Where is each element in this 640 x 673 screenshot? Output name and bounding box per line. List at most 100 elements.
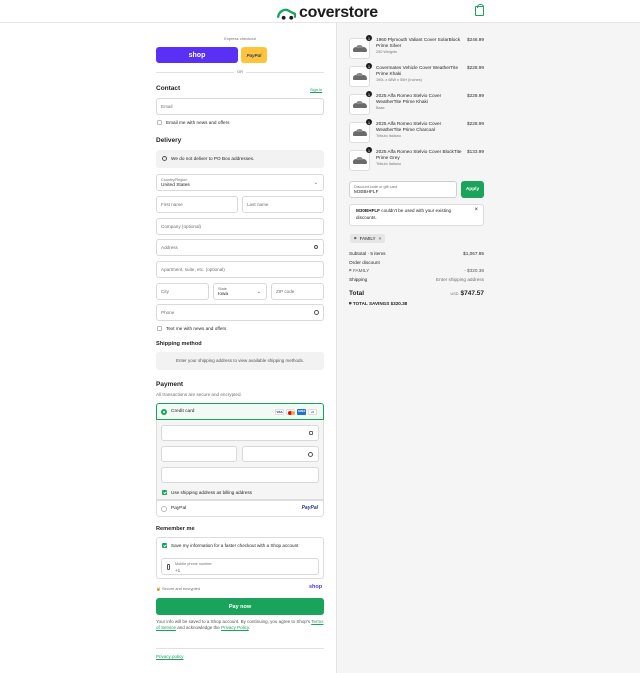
help-icon[interactable] xyxy=(308,452,313,457)
quantity-badge: 1 xyxy=(366,35,372,41)
product-variant: Tributo Italiano xyxy=(376,133,401,138)
expiration-field[interactable] xyxy=(161,446,237,462)
company-field[interactable]: Company (optional) xyxy=(156,218,324,235)
paypal-button[interactable]: PayPal xyxy=(241,47,267,63)
chevron-down-icon: ⌄ xyxy=(313,180,318,186)
product-price: $246.99 xyxy=(467,37,484,42)
product-name: 2025 Alfa Romeo Stelvio Cover BlockTite … xyxy=(376,149,462,160)
quantity-badge: 1 xyxy=(366,63,372,69)
paypal-radio[interactable] xyxy=(161,506,167,512)
name-on-card-field[interactable] xyxy=(161,467,319,483)
shopping-bag-icon[interactable] xyxy=(475,4,484,16)
product-image xyxy=(349,38,370,59)
cart-item: 1 1960 Plymouth Valiant Cover SolarBlock… xyxy=(349,35,484,62)
text-news-checkbox[interactable] xyxy=(157,326,162,331)
product-price: $133.99 xyxy=(467,149,484,154)
discount-code-field[interactable]: Discount code or gift card M30BHFLF xyxy=(349,181,457,198)
subtotal-row: Subtotal · 5 items $1,067.95 xyxy=(349,251,484,256)
savings-icon: ⌗ xyxy=(349,301,352,306)
contact-title: Contact xyxy=(156,85,181,92)
shipping-notice: Enter your shipping address to view avai… xyxy=(156,352,324,370)
error-code: M30BHFLF xyxy=(356,208,380,213)
product-price: $228.99 xyxy=(467,65,484,70)
privacy-policy-link[interactable]: Privacy policy xyxy=(156,654,184,659)
credit-card-option[interactable]: Credit card VISA AMEX +5 xyxy=(156,403,324,420)
city-field[interactable]: City xyxy=(156,283,209,300)
apply-button[interactable]: Apply xyxy=(461,181,484,198)
amex-icon: AMEX xyxy=(297,409,306,415)
zip-field[interactable]: ZIP code xyxy=(271,283,324,300)
sign-in-link[interactable]: Sign in xyxy=(310,87,322,92)
email-news-label: Email me with news and offers xyxy=(166,120,230,125)
po-box-notice: We do not deliver to PO Box addresses. xyxy=(156,150,324,168)
close-icon[interactable]: × xyxy=(474,207,478,214)
product-image xyxy=(349,94,370,115)
apartment-field[interactable]: Apartment, suite, etc. (optional) xyxy=(156,261,324,278)
or-label: OR xyxy=(234,69,246,74)
paypal-option[interactable]: PayPal PayPal xyxy=(156,500,324,517)
mobile-icon xyxy=(167,564,170,570)
discount-tag: ⌗ FAMILY × xyxy=(350,234,386,243)
save-info-label: Save my information for a faster checkou… xyxy=(171,543,299,548)
paypal-logo: PayPal xyxy=(301,505,318,511)
product-variant: 190L x 68W x 55H (Inches) xyxy=(376,77,422,82)
product-price: $228.99 xyxy=(467,121,484,126)
last-name-field[interactable]: Last name xyxy=(242,196,324,213)
payment-title: Payment xyxy=(156,381,184,388)
legal-text: Your info will be saved to a Shop accoun… xyxy=(156,619,324,630)
payment-subtitle: All transactions are secure and encrypte… xyxy=(156,392,242,397)
chevron-down-icon: ⌄ xyxy=(256,289,261,295)
secure-label: 🔒 Secure and encrypted xyxy=(156,586,201,591)
mobile-phone-field[interactable]: Mobile phone number +1 xyxy=(161,558,319,575)
email-field[interactable]: Email xyxy=(156,98,324,115)
tag-icon: ⌗ xyxy=(354,236,357,241)
express-checkout-label: Express checkout xyxy=(224,36,256,41)
save-info-checkbox[interactable] xyxy=(162,543,167,548)
footer-divider xyxy=(156,648,324,649)
credit-card-radio[interactable] xyxy=(161,409,167,415)
card-number-field[interactable] xyxy=(161,425,319,441)
country-select[interactable]: Country/Region United States ⌄ xyxy=(156,174,324,191)
address-field[interactable]: Address xyxy=(156,239,324,256)
more-cards-badge: +5 xyxy=(308,409,317,415)
shipping-row: Shipping Enter shipping address xyxy=(349,277,484,282)
remember-me-title: Remember me xyxy=(156,526,195,532)
info-icon xyxy=(162,156,167,161)
quantity-badge: 1 xyxy=(366,119,372,125)
product-image xyxy=(349,66,370,87)
privacy-link[interactable]: Privacy Policy xyxy=(221,625,249,630)
total-row: Total USD $747.57 xyxy=(349,290,484,297)
product-name: Covermates Vehicle Cover WeatherTite Pri… xyxy=(376,65,459,76)
cart-item: 1 2025 Alfa Romeo Stelvio Cover BlockTit… xyxy=(349,147,484,174)
phone-field[interactable]: Phone xyxy=(156,304,324,321)
first-name-field[interactable]: First name xyxy=(156,196,238,213)
product-variant: Base xyxy=(376,105,385,110)
quantity-badge: 1 xyxy=(366,91,372,97)
header: coverstore xyxy=(0,0,640,23)
shop-pay-button[interactable]: shop xyxy=(156,47,238,63)
shop-logo: shop xyxy=(309,584,323,590)
card-brands: VISA AMEX +5 xyxy=(273,409,317,415)
delivery-title: Delivery xyxy=(156,137,182,144)
logo[interactable]: coverstore xyxy=(277,4,378,22)
product-image xyxy=(349,122,370,143)
pay-now-button[interactable]: Pay now xyxy=(156,598,324,615)
product-variant: Tributo Italiano xyxy=(376,161,401,166)
help-icon[interactable] xyxy=(314,310,319,315)
security-code-field[interactable] xyxy=(242,446,319,462)
quantity-badge: 1 xyxy=(366,147,372,153)
discount-error-banner: M30BHFLF couldn't be used with your exis… xyxy=(349,204,484,226)
total-savings: ⌗ TOTAL SAVINGS $320.38 xyxy=(349,301,408,306)
billing-same-label: Use shipping address as billing address xyxy=(171,490,252,495)
state-select[interactable]: State Iowa ⌄ xyxy=(213,283,267,300)
product-name: 2025 Alfa Romeo Stelvio Cover WeatherTit… xyxy=(376,93,442,104)
car-logo-icon xyxy=(277,8,296,20)
remove-tag-icon[interactable]: × xyxy=(379,234,382,243)
cart-item: 1 Covermates Vehicle Cover WeatherTite P… xyxy=(349,63,484,90)
product-name: 1960 Plymouth Valiant Cover SolarBlock P… xyxy=(376,37,461,48)
product-name: 2025 Alfa Romeo Stelvio Cover WeatherTit… xyxy=(376,121,442,132)
billing-same-checkbox[interactable] xyxy=(162,490,167,495)
email-news-checkbox[interactable] xyxy=(157,120,162,125)
mastercard-icon xyxy=(286,409,295,415)
product-variant: 250 Weignts xyxy=(376,49,398,54)
